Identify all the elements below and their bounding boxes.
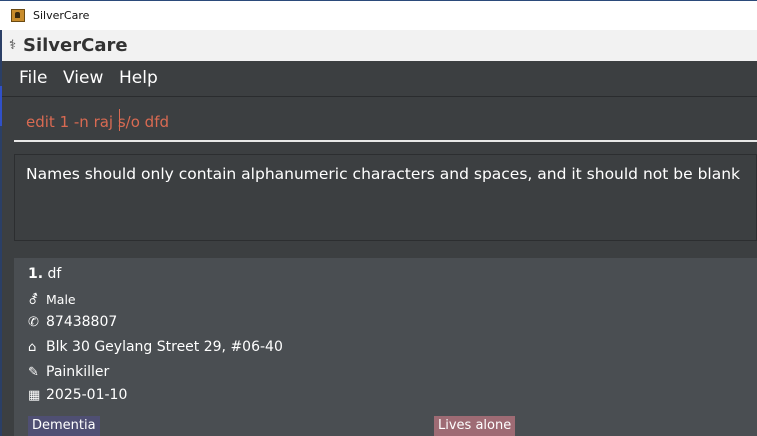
tag-dementia: Dementia xyxy=(28,416,100,436)
text-caret xyxy=(119,109,120,131)
date-value: 2025-01-10 xyxy=(46,387,128,403)
calendar-icon: ▦ xyxy=(28,388,41,403)
person-date: ▦ 2025-01-10 xyxy=(28,387,127,403)
person-card[interactable]: 1. df ⚦ Male ✆ 87438807 ⌂ Blk 30 Geylang St… xyxy=(14,258,757,436)
pill-icon: ✎ xyxy=(28,365,39,380)
address-value: Blk 30 Geylang Street 29, #06-40 xyxy=(46,339,283,355)
phone-icon: ✆ xyxy=(28,315,39,330)
app-header: ⚕ SilverCare xyxy=(2,30,757,61)
app-name: SilverCare xyxy=(23,35,128,56)
window-titlebar: SilverCare xyxy=(0,0,757,30)
menu-help[interactable]: Help xyxy=(119,68,158,88)
gender-icon: ⚦ xyxy=(28,293,39,308)
person-name: df xyxy=(47,266,62,282)
tag-lives-alone: Lives alone xyxy=(434,416,516,436)
caduceus-icon: ⚕ xyxy=(9,38,17,53)
result-display[interactable]: Names should only contain alphanumeric c… xyxy=(14,154,757,241)
app-icon xyxy=(11,9,25,22)
person-medication: ✎ Painkiller xyxy=(28,364,109,380)
result-panel: Names should only contain alphanumeric c… xyxy=(2,142,757,248)
result-message: Names should only contain alphanumeric c… xyxy=(26,165,741,183)
home-icon: ⌂ xyxy=(28,340,37,355)
window-title: SilverCare xyxy=(33,9,90,22)
menu-file[interactable]: File xyxy=(19,68,47,88)
medication-value: Painkiller xyxy=(46,364,110,380)
command-input[interactable]: edit 1 -n raj s/o dfd xyxy=(26,113,169,131)
person-list[interactable]: 1. df ⚦ Male ✆ 87438807 ⌂ Blk 30 Geylang St… xyxy=(2,248,757,436)
gender-value: Male xyxy=(46,292,76,307)
person-header: 1. df xyxy=(28,266,61,282)
person-gender: ⚦ Male xyxy=(28,292,76,308)
menu-bar: File View Help xyxy=(2,61,757,96)
person-index: 1. xyxy=(28,266,44,282)
phone-value: 87438807 xyxy=(46,314,118,330)
command-box[interactable]: edit 1 -n raj s/o dfd xyxy=(2,96,757,143)
person-phone: ✆ 87438807 xyxy=(28,314,117,330)
menu-view[interactable]: View xyxy=(63,68,103,88)
person-address: ⌂ Blk 30 Geylang Street 29, #06-40 xyxy=(28,339,283,355)
